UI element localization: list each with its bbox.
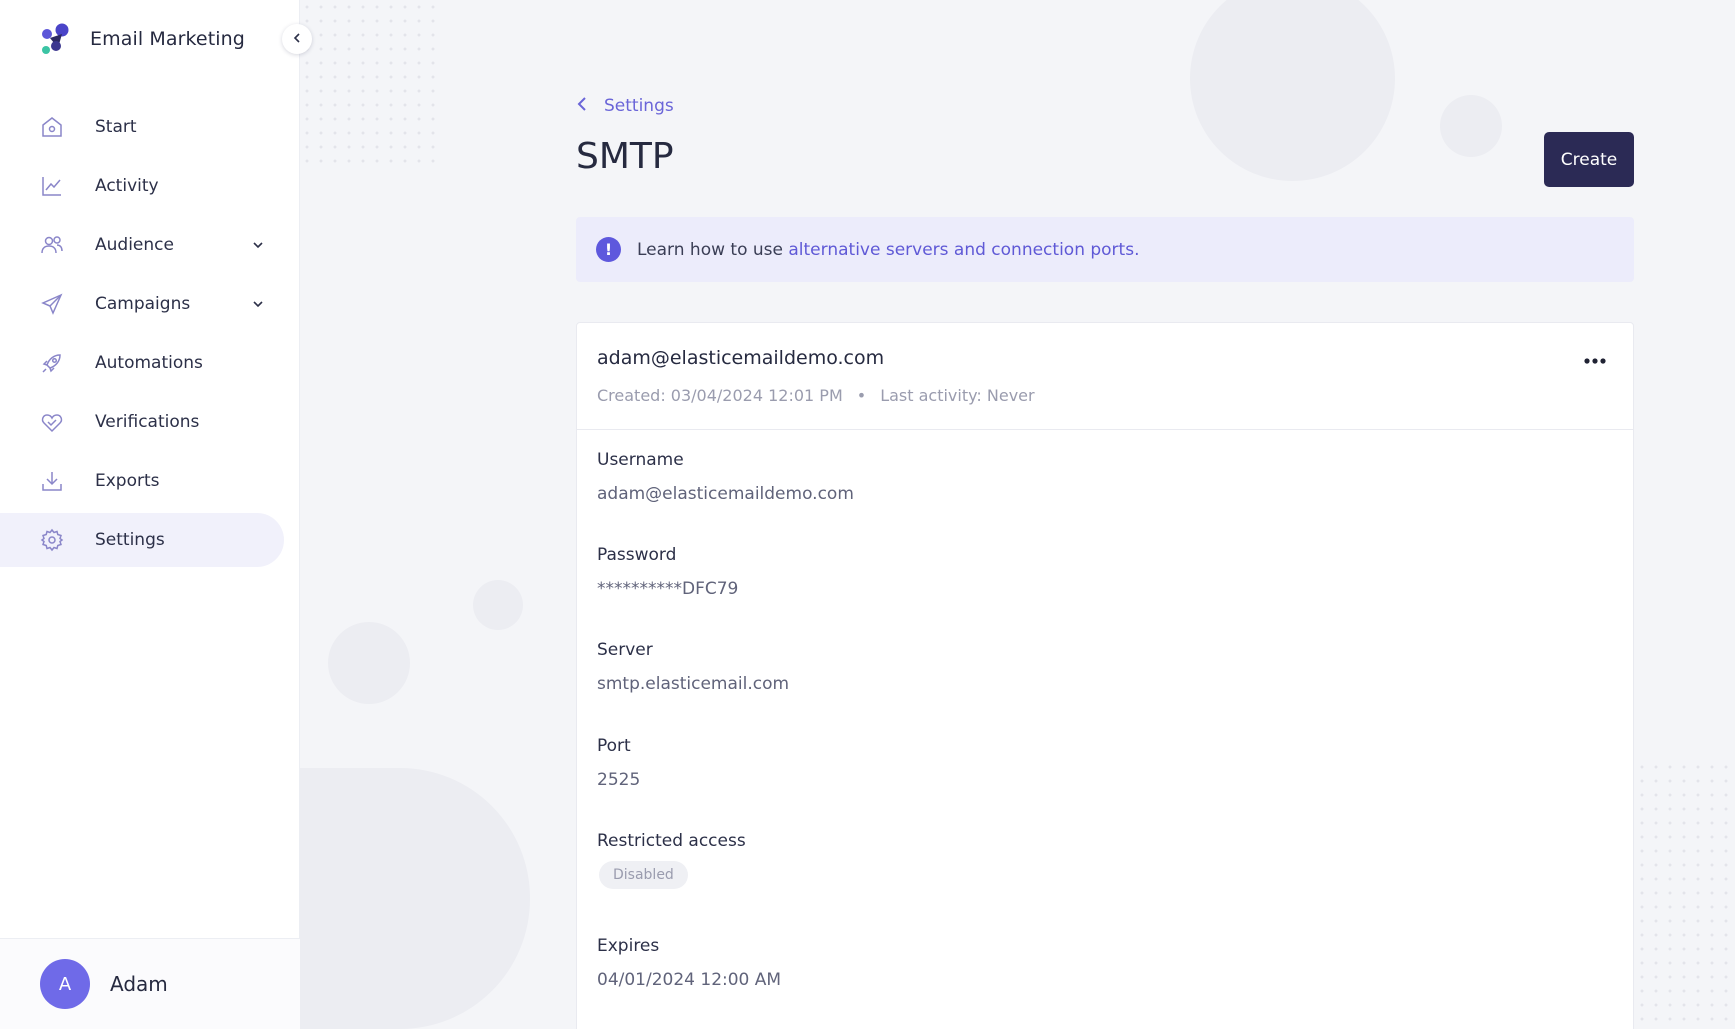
sidebar-item-settings[interactable]: Settings: [0, 513, 284, 567]
password-value: **********DFC79: [597, 579, 739, 599]
background-circle: [1440, 95, 1502, 157]
field-label: Server: [597, 640, 653, 660]
sidebar-item-label: Automations: [95, 353, 203, 373]
page-title: SMTP: [576, 136, 674, 177]
background-circle: [300, 768, 530, 1029]
breadcrumb-back-link[interactable]: Settings: [576, 96, 674, 116]
meta-separator: •: [856, 386, 867, 405]
field-label: Username: [597, 450, 684, 470]
field-port: Port 2525: [597, 736, 640, 790]
chart-line-icon: [40, 174, 64, 198]
background-dot-pattern: [1635, 760, 1735, 1029]
username-value: adam@elasticemaildemo.com: [597, 484, 854, 504]
sidebar-item-exports[interactable]: Exports: [0, 454, 284, 508]
sidebar-item-automations[interactable]: Automations: [0, 336, 284, 390]
sidebar-item-label: Audience: [95, 235, 174, 255]
sidebar-item-label: Activity: [95, 176, 159, 196]
info-link[interactable]: alternative servers and connection ports…: [788, 240, 1139, 260]
created-date: Created: 03/04/2024 12:01 PM: [597, 386, 843, 405]
field-password: Password **********DFC79: [597, 545, 738, 599]
port-value: 2525: [597, 770, 641, 790]
rocket-icon: [40, 351, 64, 375]
user-profile[interactable]: A Adam: [0, 938, 300, 1029]
background-circle: [473, 580, 523, 630]
sidebar-item-campaigns[interactable]: Campaigns: [0, 277, 284, 331]
more-horizontal-icon: [1583, 350, 1607, 369]
sidebar-item-verifications[interactable]: Verifications: [0, 395, 284, 449]
home-icon: [40, 115, 64, 139]
chevron-down-icon[interactable]: [250, 296, 266, 312]
field-label: Expires: [597, 936, 660, 956]
breadcrumb-label: Settings: [604, 96, 674, 116]
field-username: Username adam@elasticemaildemo.com: [597, 450, 854, 504]
info-text-prefix: Learn how to use: [637, 239, 789, 260]
field-server: Server smtp.elasticemail.com: [597, 640, 789, 694]
sidebar-nav: Start Activity Audience Campaigns Automa…: [0, 100, 300, 572]
smtp-credential-card: adam@elasticemaildemo.com Created: 03/04…: [576, 322, 1634, 1029]
brand-logo-icon: [38, 22, 72, 56]
field-label: Password: [597, 545, 677, 565]
status-badge: Disabled: [599, 861, 688, 889]
info-banner: ! Learn how to use alternative servers a…: [576, 217, 1634, 282]
server-value: smtp.elasticemail.com: [597, 674, 790, 694]
info-text: Learn how to use alternative servers and…: [637, 240, 1139, 260]
background-circle: [1190, 0, 1395, 181]
sidebar-item-label: Exports: [95, 471, 160, 491]
field-restricted-access: Restricted access Disabled: [597, 831, 746, 889]
avatar: A: [40, 959, 90, 1009]
field-label: Restricted access: [597, 831, 746, 851]
user-name: Adam: [110, 972, 168, 996]
expires-value: 04/01/2024 12:00 AM: [597, 970, 782, 990]
credential-title: adam@elasticemaildemo.com: [597, 347, 885, 369]
users-icon: [40, 233, 64, 257]
last-activity: Last activity: Never: [880, 386, 1035, 405]
sidebar-item-label: Campaigns: [95, 294, 191, 314]
sidebar-item-label: Verifications: [95, 412, 200, 432]
gear-icon: [40, 528, 64, 552]
sidebar: Email Marketing Start Activity Audience: [0, 0, 300, 1029]
brand-name: Email Marketing: [90, 28, 245, 50]
collapse-sidebar-button[interactable]: [282, 24, 312, 54]
heart-check-icon: [40, 410, 64, 434]
exclamation-icon: !: [596, 237, 621, 262]
sidebar-item-start[interactable]: Start: [0, 100, 284, 154]
background-dot-pattern: [300, 0, 440, 170]
chevron-left-icon: [290, 30, 304, 49]
sidebar-item-label: Settings: [95, 530, 165, 550]
background-circle: [328, 622, 410, 704]
brand[interactable]: Email Marketing: [38, 22, 245, 56]
sidebar-item-audience[interactable]: Audience: [0, 218, 284, 272]
sidebar-item-activity[interactable]: Activity: [0, 159, 284, 213]
paper-plane-icon: [40, 292, 64, 316]
card-header: adam@elasticemaildemo.com Created: 03/04…: [577, 323, 1633, 430]
download-icon: [40, 469, 64, 493]
chevron-left-icon: [576, 96, 588, 116]
field-expires: Expires 04/01/2024 12:00 AM: [597, 936, 781, 990]
more-options-button[interactable]: [1577, 345, 1613, 373]
chevron-down-icon[interactable]: [250, 237, 266, 253]
credential-meta: Created: 03/04/2024 12:01 PM • Last acti…: [597, 386, 1035, 405]
sidebar-item-label: Start: [95, 117, 137, 137]
create-button[interactable]: Create: [1544, 132, 1634, 187]
field-label: Port: [597, 736, 631, 756]
